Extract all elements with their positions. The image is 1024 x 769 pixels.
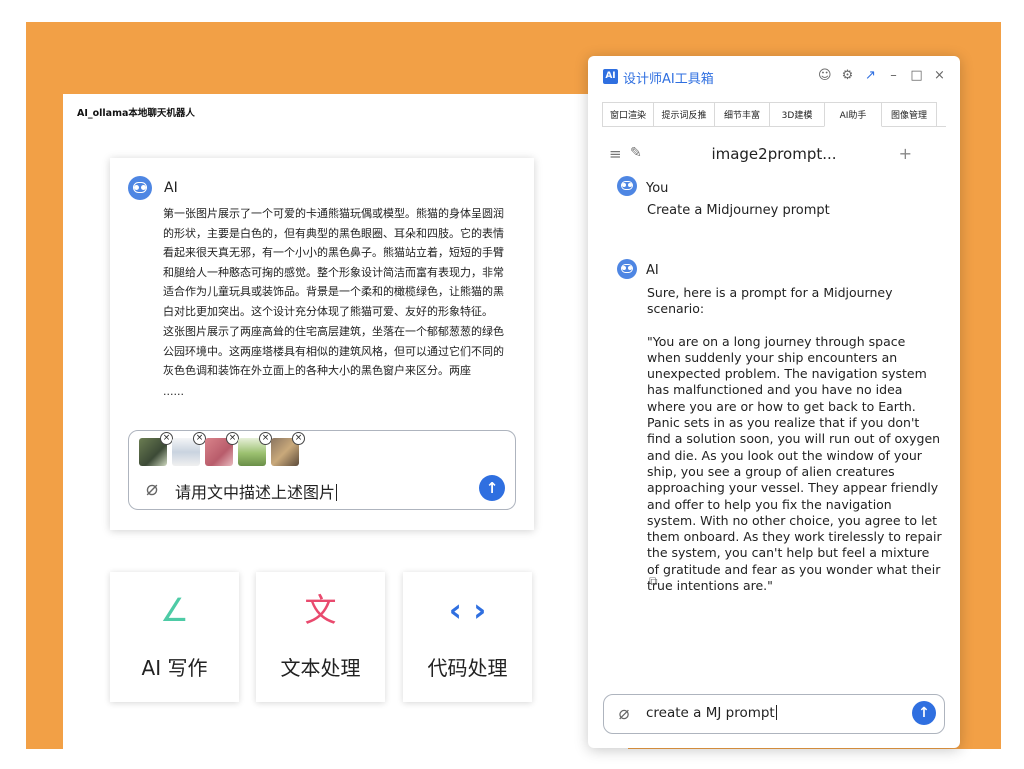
tool-label: 代码处理 (427, 656, 508, 680)
tab-window-render[interactable]: 窗口渲染 (602, 102, 654, 126)
attached-image-thumb[interactable]: × (238, 432, 272, 466)
assistant-input-box[interactable]: ⌀ create a MJ prompt ↑ (603, 694, 945, 734)
tab-bar: 窗口渲染 提示词反推 细节丰富 3D建模 AI助手 图像管理 (602, 102, 946, 127)
assistant-input[interactable]: create a MJ prompt (646, 705, 777, 721)
tool-code-processing[interactable]: ‹ › 代码处理 (403, 572, 532, 702)
ai-avatar-icon (128, 176, 152, 200)
attached-image-thumb[interactable]: × (271, 432, 305, 466)
tool-text-processing[interactable]: 文 文本处理 (256, 572, 385, 702)
attached-image-thumb[interactable]: × (172, 432, 206, 466)
ai-message: 第一张图片展示了一个可爱的卡通熊猫玩偶或模型。熊猫的身体呈圆润的形状，主要是白色… (163, 204, 508, 401)
window-header: AI 设计师AI工具箱 ☺ ⚙ ↗ – □ × (588, 56, 960, 96)
app-logo: AI (603, 69, 618, 84)
code-icon: ‹ › (448, 591, 487, 629)
conversation-bar: ≡ ✎ image2prompt... + (606, 144, 942, 166)
ai-intro: Sure, here is a prompt for a Midjourney … (647, 285, 893, 317)
ai-prompt-text: "You are on a long journey through space… (647, 333, 942, 594)
pen-icon: ∠ (160, 591, 189, 629)
tool-ai-writing[interactable]: ∠ AI 写作 (110, 572, 239, 702)
user-name: You (646, 181, 669, 196)
attached-image-thumb[interactable]: × (139, 432, 173, 466)
assistant-window: AI 设计师AI工具箱 ☺ ⚙ ↗ – □ × 窗口渲染 提示词反推 细节丰富 … (588, 56, 960, 748)
ai-paragraph: 第一张图片展示了一个可爱的卡通熊猫玩偶或模型。熊猫的身体呈圆润的形状，主要是白色… (163, 207, 504, 318)
tool-label: 文本处理 (280, 656, 361, 680)
close-icon[interactable]: × (933, 66, 946, 86)
app-title: AI_ollama本地聊天机器人 (77, 108, 195, 119)
user-text: Create a Midjourney prompt (647, 203, 830, 218)
tab-detail-enrich[interactable]: 细节丰富 (714, 102, 770, 126)
minimize-icon[interactable]: – (887, 66, 900, 86)
chat-card: AI 第一张图片展示了一个可爱的卡通熊猫玩偶或模型。熊猫的身体呈圆润的形状，主要… (110, 158, 534, 530)
window-title: 设计师AI工具箱 (623, 72, 714, 87)
send-button[interactable]: ↑ (479, 475, 505, 501)
attached-images: × × × × × (139, 432, 305, 466)
user-avatar-icon (617, 176, 637, 196)
remove-image-icon[interactable]: × (292, 432, 305, 445)
paperclip-icon[interactable]: ⌀ (613, 703, 635, 725)
ai-name: AI (646, 263, 659, 278)
copy-icon[interactable]: ⧉ (649, 574, 658, 589)
conversation-title: image2prompt... (711, 145, 837, 163)
ai-avatar-icon (617, 259, 637, 279)
new-chat-icon[interactable]: + (899, 144, 912, 163)
ai-paragraph: 这张图片展示了两座高耸的住宅高层建筑，坐落在一个郁郁葱葱的绿色公园环境中。这两座… (163, 325, 504, 377)
chatbot-window: AI_ollama本地聊天机器人 AI 第一张图片展示了一个可爱的卡通熊猫玩偶或… (63, 94, 628, 769)
ai-name: AI (164, 180, 178, 196)
pin-icon[interactable]: ↗ (864, 66, 877, 86)
attached-image-thumb[interactable]: × (205, 432, 239, 466)
tab-prompt-reverse[interactable]: 提示词反推 (653, 102, 715, 126)
tab-ai-assistant[interactable]: AI助手 (824, 102, 882, 127)
maximize-icon[interactable]: □ (910, 66, 923, 86)
text-icon: 文 (304, 591, 337, 629)
send-button[interactable]: ↑ (912, 701, 936, 725)
ai-ellipsis: ...... (163, 384, 184, 398)
tab-image-manage[interactable]: 图像管理 (881, 102, 937, 126)
settings-icon[interactable]: ⚙ (841, 66, 854, 86)
paperclip-icon[interactable]: ⌀ (141, 477, 163, 499)
user-icon[interactable]: ☺ (818, 66, 832, 86)
tool-label: AI 写作 (141, 656, 208, 680)
chat-input[interactable]: 请用文中描述上述图片 (175, 479, 338, 503)
chat-input-box[interactable]: × × × × × ⌀ 请用文中描述上述图片 ↑ (128, 430, 516, 510)
tab-3d-modeling[interactable]: 3D建模 (769, 102, 825, 126)
